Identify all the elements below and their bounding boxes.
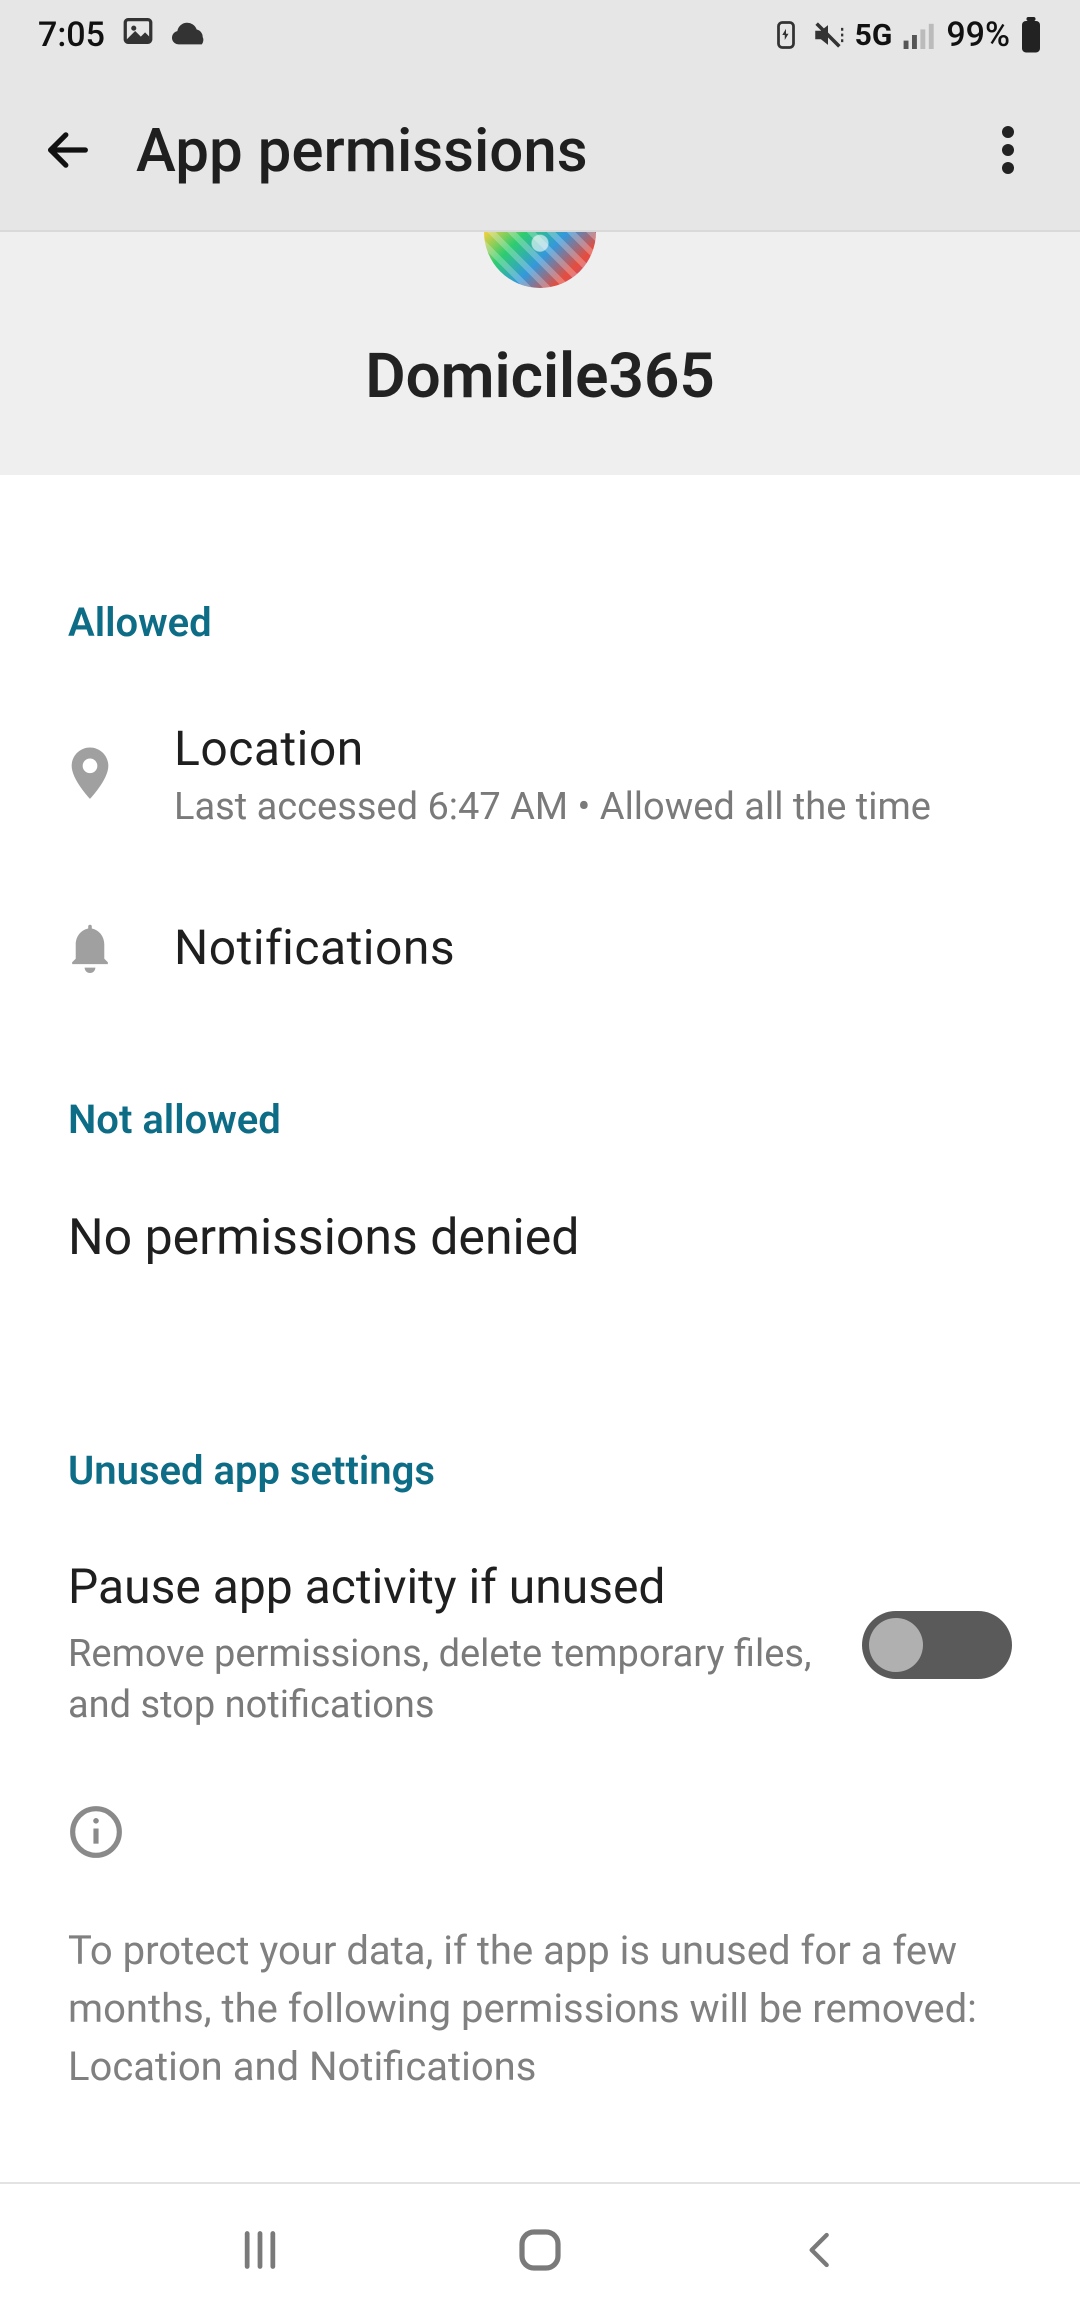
- not-allowed-body: No permissions denied: [68, 1143, 1012, 1267]
- nav-back-button[interactable]: [780, 2210, 860, 2290]
- recents-button[interactable]: [220, 2210, 300, 2290]
- section-header-unused: Unused app settings: [68, 1267, 1012, 1494]
- info-icon: [68, 1804, 124, 1860]
- toggle-title: Pause app activity if unused: [68, 1558, 822, 1615]
- permission-location[interactable]: Location Last accessed 6:47 AM • Allowed…: [68, 646, 1012, 829]
- permission-subtitle: Last accessed 6:47 AM • Allowed all the …: [174, 785, 1012, 829]
- permission-notifications[interactable]: Notifications: [68, 829, 1012, 976]
- content: Allowed Location Last accessed 6:47 AM •…: [0, 475, 1080, 2096]
- picture-icon: [121, 14, 155, 57]
- bell-icon: [68, 926, 112, 970]
- battery-icon: [1020, 17, 1042, 53]
- app-name: Domicile365: [0, 340, 1080, 413]
- pause-activity-switch[interactable]: [862, 1611, 1012, 1679]
- signal-icon: [902, 21, 936, 49]
- app-icon: [484, 232, 596, 288]
- info-text: To protect your data, if the app is unus…: [68, 1860, 1012, 2096]
- status-left: 7:05: [38, 14, 211, 57]
- battery-percent: 99%: [946, 15, 1010, 55]
- more-options-button[interactable]: [976, 118, 1040, 182]
- status-time: 7:05: [38, 15, 105, 55]
- page-title: App permissions: [136, 115, 976, 186]
- home-button[interactable]: [500, 2210, 580, 2290]
- cloud-icon: [171, 15, 211, 55]
- toggle-subtitle: Remove permissions, delete temporary fil…: [68, 1629, 822, 1732]
- status-right: 5G 99%: [771, 15, 1042, 55]
- recycle-icon: [771, 20, 801, 50]
- navigation-bar: [0, 2182, 1080, 2316]
- status-bar: 7:05 5G 99%: [0, 0, 1080, 70]
- info-row: To protect your data, if the app is unus…: [68, 1732, 1012, 2096]
- section-header-allowed: Allowed: [68, 475, 1012, 646]
- pause-activity-row[interactable]: Pause app activity if unused Remove perm…: [68, 1494, 1012, 1732]
- app-header: Domicile365: [0, 232, 1080, 475]
- section-header-not-allowed: Not allowed: [68, 976, 1012, 1143]
- toolbar: App permissions: [0, 70, 1080, 232]
- network-type: 5G: [855, 18, 893, 53]
- permission-title: Notifications: [174, 919, 1012, 976]
- permission-title: Location: [174, 720, 1012, 777]
- back-button[interactable]: [36, 118, 100, 182]
- location-icon: [68, 753, 112, 797]
- mute-vibrate-icon: [811, 18, 845, 52]
